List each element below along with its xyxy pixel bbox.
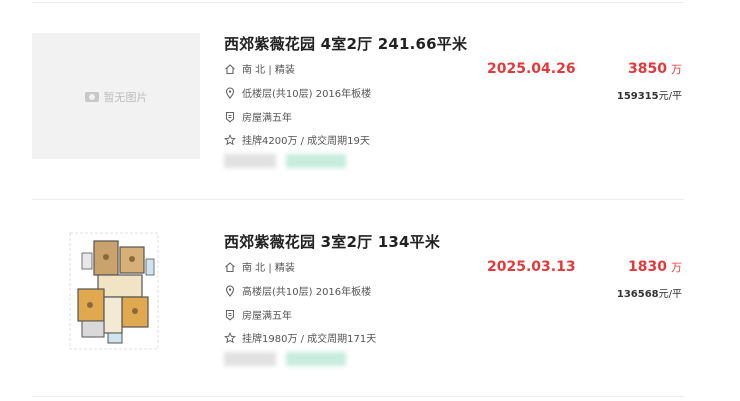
camera-icon (84, 92, 99, 102)
deal-tag-text: 房屋满五年 (242, 113, 292, 124)
listing-info-text: 挂牌4200万 / 成交周期19天 (242, 136, 370, 147)
floor-info: 低楼层(共10层) 2016年板楼 (224, 85, 371, 100)
listing-divider (32, 396, 684, 397)
house-info-text: 南 北 | 精装 (242, 263, 295, 274)
unit-price-suffix: 元/平 (658, 91, 682, 102)
blurred-agent-name (224, 352, 276, 366)
listing-card[interactable]: 西郊紫薇花园 3室2厅 134平米 南 北 | 精装 高楼层(共10层) 201… (0, 212, 740, 401)
unit-price-suffix: 元/平 (658, 289, 682, 300)
house-icon (225, 64, 235, 75)
blurred-agent-name (224, 154, 276, 168)
shield-tag-icon (225, 309, 235, 321)
star-icon (224, 332, 236, 344)
house-info: 南 北 | 精装 (224, 259, 295, 274)
listing-thumbnail[interactable]: 暂无图片 (32, 33, 200, 159)
floor-info: 高楼层(共10层) 2016年板楼 (224, 283, 371, 298)
listing-info: 挂牌1980万 / 成交周期171天 (224, 330, 376, 345)
star-icon (224, 134, 236, 146)
unit-price: 136568元/平 (617, 285, 682, 300)
deal-tag: 房屋满五年 (224, 109, 292, 124)
total-price: 3850 万 (628, 61, 682, 77)
listing-divider (32, 199, 684, 200)
unit-price: 159315元/平 (617, 87, 682, 102)
listing-title[interactable]: 西郊紫薇花园 3室2厅 134平米 (224, 231, 440, 252)
house-info: 南 北 | 精装 (224, 61, 295, 76)
shield-tag-icon (225, 111, 235, 123)
deal-date: 2025.04.26 (487, 61, 576, 77)
listing-info-text: 挂牌1980万 / 成交周期171天 (242, 334, 377, 345)
total-price-value: 3850 (628, 61, 667, 77)
no-image-placeholder: 暂无图片 (32, 89, 200, 105)
floor-info-text: 高楼层(共10层) 2016年板楼 (242, 287, 372, 298)
total-price-unit: 万 (671, 261, 682, 274)
deal-tag-text: 房屋满五年 (242, 311, 292, 322)
blurred-agent-tag (286, 154, 346, 168)
no-image-label: 暂无图片 (103, 91, 148, 104)
house-info-text: 南 北 | 精装 (242, 65, 295, 76)
unit-price-value: 159315 (616, 91, 659, 102)
location-pin-icon (225, 285, 235, 297)
deal-tag: 房屋满五年 (224, 307, 292, 322)
floor-info-text: 低楼层(共10层) 2016年板楼 (242, 89, 372, 100)
total-price-value: 1830 (628, 259, 667, 275)
total-price-unit: 万 (671, 63, 682, 76)
total-price: 1830 万 (628, 259, 682, 275)
floor-plan-image[interactable] (68, 229, 161, 354)
deal-date: 2025.03.13 (487, 259, 576, 275)
location-pin-icon (225, 87, 235, 99)
floor-plan-drawing (69, 232, 159, 350)
listing-card[interactable]: 暂无图片 西郊紫薇花园 4室2厅 241.66平米 南 北 | 精装 低楼层(共… (0, 14, 740, 204)
house-icon (225, 262, 235, 273)
top-divider (32, 2, 684, 3)
listing-title[interactable]: 西郊紫薇花园 4室2厅 241.66平米 (224, 33, 467, 54)
listing-info: 挂牌4200万 / 成交周期19天 (224, 132, 370, 147)
blurred-agent-tag (286, 352, 346, 366)
unit-price-value: 136568 (616, 289, 659, 300)
